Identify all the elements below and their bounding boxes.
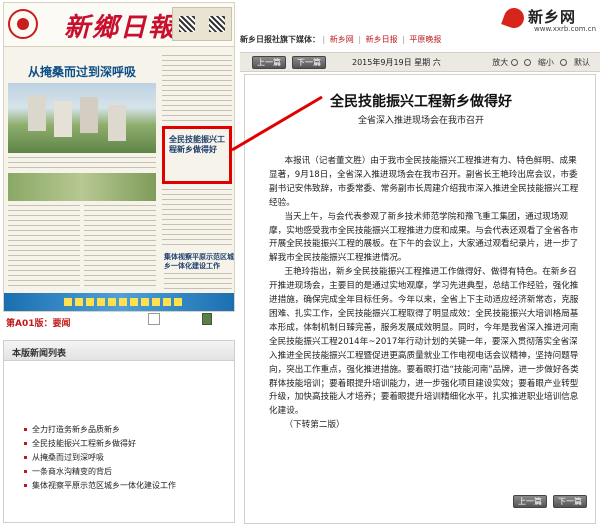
pdf-download-icon[interactable] <box>202 313 212 325</box>
article-paragraph: 本报讯（记者董文胜）由于我市全民技能振兴工程推进有力、特色鲜明、成果显著，9月1… <box>269 156 579 208</box>
zoom-in-icon <box>510 59 518 66</box>
side-headline[interactable]: 集体视察平原示范区城乡一体化建设工作 <box>164 253 234 271</box>
masthead: 新鄉日報 <box>4 3 234 47</box>
article-continuation: （下转第二版） <box>284 420 345 431</box>
text-column <box>164 273 232 289</box>
prev-article-button-bottom[interactable]: 上一篇 <box>513 495 547 508</box>
article-panel: 全民技能振兴工程新乡做得好 全省深入推进现场会在我市召开 本报讯（记者董文胜）由… <box>244 74 596 524</box>
masthead-ad <box>172 7 232 41</box>
qr-code-icon <box>179 16 195 32</box>
news-list-header: 本版新闻列表 <box>4 341 234 361</box>
news-list-panel: 本版新闻列表 全力打造务新乡品质新乡 全民技能振兴工程新乡做得好 从掩桑而过到深… <box>3 340 235 523</box>
article-body: 本报讯（记者董文胜）由于我市全民技能振兴工程推进有力、特色鲜明、成果显著，9月1… <box>269 155 581 433</box>
front-headline[interactable]: 从掩桑而过到深呼吸 <box>28 63 136 80</box>
text-column <box>162 189 232 249</box>
text-column <box>84 205 156 289</box>
site-name: 新乡网 <box>528 8 577 26</box>
image-icon[interactable] <box>148 313 160 325</box>
newspaper-logo: 新鄉日報 <box>64 13 177 43</box>
edition-label: 第A01版：要闻 <box>6 316 71 329</box>
highlighted-article-title: 全民技能振兴工程新乡做得好 <box>169 135 225 154</box>
qr-code-icon <box>209 16 225 32</box>
issue-date: 2015年9月19日 星期 六 <box>352 58 441 67</box>
text-column <box>8 205 80 289</box>
right-panel: 新乡网 www.xxrb.com.cn 新乡日报社旗下媒体： | 新乡网 | 新… <box>240 0 600 525</box>
edition-name-link[interactable]: 要闻 <box>53 319 71 329</box>
zoom-out-icon <box>524 59 532 66</box>
newspaper-page-thumbnail[interactable]: 新鄉日報 从掩桑而过到深呼吸 全民技能振兴工程新乡做得好 集体视察平原示范区城乡… <box>3 2 235 312</box>
news-list-item[interactable]: 全民技能振兴工程新乡做得好 <box>24 437 234 451</box>
zoom-controls: 放大 缩小 默认 <box>484 57 590 68</box>
bird-logo-icon <box>501 5 527 31</box>
text-column <box>162 55 232 121</box>
site-url: www.xxrb.com.cn <box>534 25 597 33</box>
media-link-xinxiang-net[interactable]: 新乡网 <box>330 35 354 44</box>
zoom-reset-icon <box>560 59 568 66</box>
emblem-icon <box>8 9 38 39</box>
news-list-item[interactable]: 一条商水沟精变的背后 <box>24 465 234 479</box>
media-bar-label: 新乡日报社旗下媒体： <box>240 35 320 44</box>
article-toolbar: 上一篇 下一篇 2015年9月19日 星期 六 放大 缩小 默认 <box>240 52 600 72</box>
media-bar: 新乡日报社旗下媒体： | 新乡网 | 新乡日报 | 平原晚报 <box>240 35 442 44</box>
news-list-item[interactable]: 全力打造务新乡品质新乡 <box>24 423 234 437</box>
article-title: 全民技能振兴工程新乡做得好 <box>330 94 512 110</box>
zoom-out-button[interactable]: 缩小 <box>524 58 554 67</box>
news-list-item[interactable]: 从掩桑而过到深呼吸 <box>24 451 234 465</box>
prev-article-button[interactable]: 上一篇 <box>252 56 286 69</box>
left-panel: 新鄉日報 从掩桑而过到深呼吸 全民技能振兴工程新乡做得好 集体视察平原示范区城乡… <box>0 0 238 525</box>
article-paragraph: 王艳玲指出，新乡全民技能振兴工程推进工作做得好、做得有特色。在新乡召开推进现场会… <box>269 267 579 417</box>
site-brand[interactable]: 新乡网 www.xxrb.com.cn <box>501 5 597 34</box>
next-article-button[interactable]: 下一篇 <box>292 56 326 69</box>
highlighted-article-region[interactable]: 全民技能振兴工程新乡做得好 <box>162 126 232 184</box>
zoom-in-button[interactable]: 放大 <box>488 58 518 67</box>
zoom-default-button[interactable]: 默认 <box>560 58 590 67</box>
ad-banner <box>4 293 234 311</box>
media-link-pingyuan-evening[interactable]: 平原晚报 <box>409 35 441 44</box>
secondary-photo <box>8 173 156 201</box>
news-list-item[interactable]: 集体视察平原示范区城乡一体化建设工作 <box>24 479 234 493</box>
news-list: 全力打造务新乡品质新乡 全民技能振兴工程新乡做得好 从掩桑而过到深呼吸 一条商水… <box>4 361 234 493</box>
article-subtitle: 全省深入推进现场会在我市召开 <box>357 116 484 126</box>
media-link-xinxiang-daily[interactable]: 新乡日报 <box>366 35 398 44</box>
next-article-button-bottom[interactable]: 下一篇 <box>553 495 587 508</box>
front-photo <box>8 83 156 153</box>
text-column <box>8 157 156 171</box>
edition-number: 第A01版： <box>6 319 53 329</box>
article-paragraph: 当天上午，与会代表参观了新乡技术师范学院和豫飞重工集团，通过现场观摩，实地感受我… <box>269 211 579 264</box>
